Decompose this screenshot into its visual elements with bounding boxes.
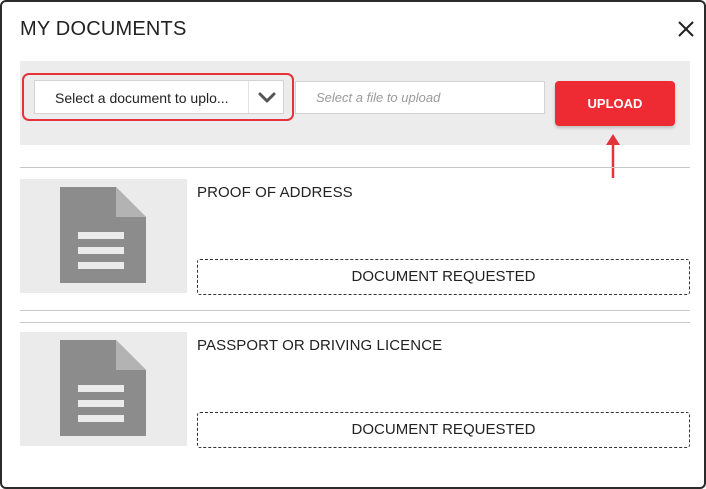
document-thumbnail bbox=[20, 332, 187, 446]
documents-modal: MY DOCUMENTS Select a document to uplo..… bbox=[0, 0, 706, 489]
document-status: DOCUMENT REQUESTED bbox=[197, 412, 690, 448]
document-icon bbox=[60, 340, 146, 436]
document-type-select-value: Select a document to uplo... bbox=[55, 90, 229, 106]
select-divider bbox=[248, 81, 249, 113]
arrow-up-icon bbox=[602, 134, 624, 184]
document-thumbnail bbox=[20, 179, 187, 293]
document-name: PROOF OF ADDRESS bbox=[197, 184, 353, 201]
document-status: DOCUMENT REQUESTED bbox=[197, 259, 690, 295]
section-divider bbox=[20, 167, 690, 168]
upload-toolbar: Select a document to uplo... Select a fi… bbox=[20, 61, 690, 145]
file-upload-input[interactable]: Select a file to upload bbox=[295, 81, 545, 114]
document-name: PASSPORT OR DRIVING LICENCE bbox=[197, 337, 443, 354]
section-divider bbox=[20, 322, 690, 323]
chevron-down-icon[interactable] bbox=[257, 88, 277, 108]
document-icon bbox=[60, 187, 146, 283]
section-divider bbox=[20, 310, 690, 311]
modal-title: MY DOCUMENTS bbox=[20, 18, 187, 40]
close-icon[interactable] bbox=[674, 17, 698, 41]
document-type-select[interactable]: Select a document to uplo... bbox=[34, 80, 284, 114]
upload-button[interactable]: UPLOAD bbox=[555, 81, 675, 126]
